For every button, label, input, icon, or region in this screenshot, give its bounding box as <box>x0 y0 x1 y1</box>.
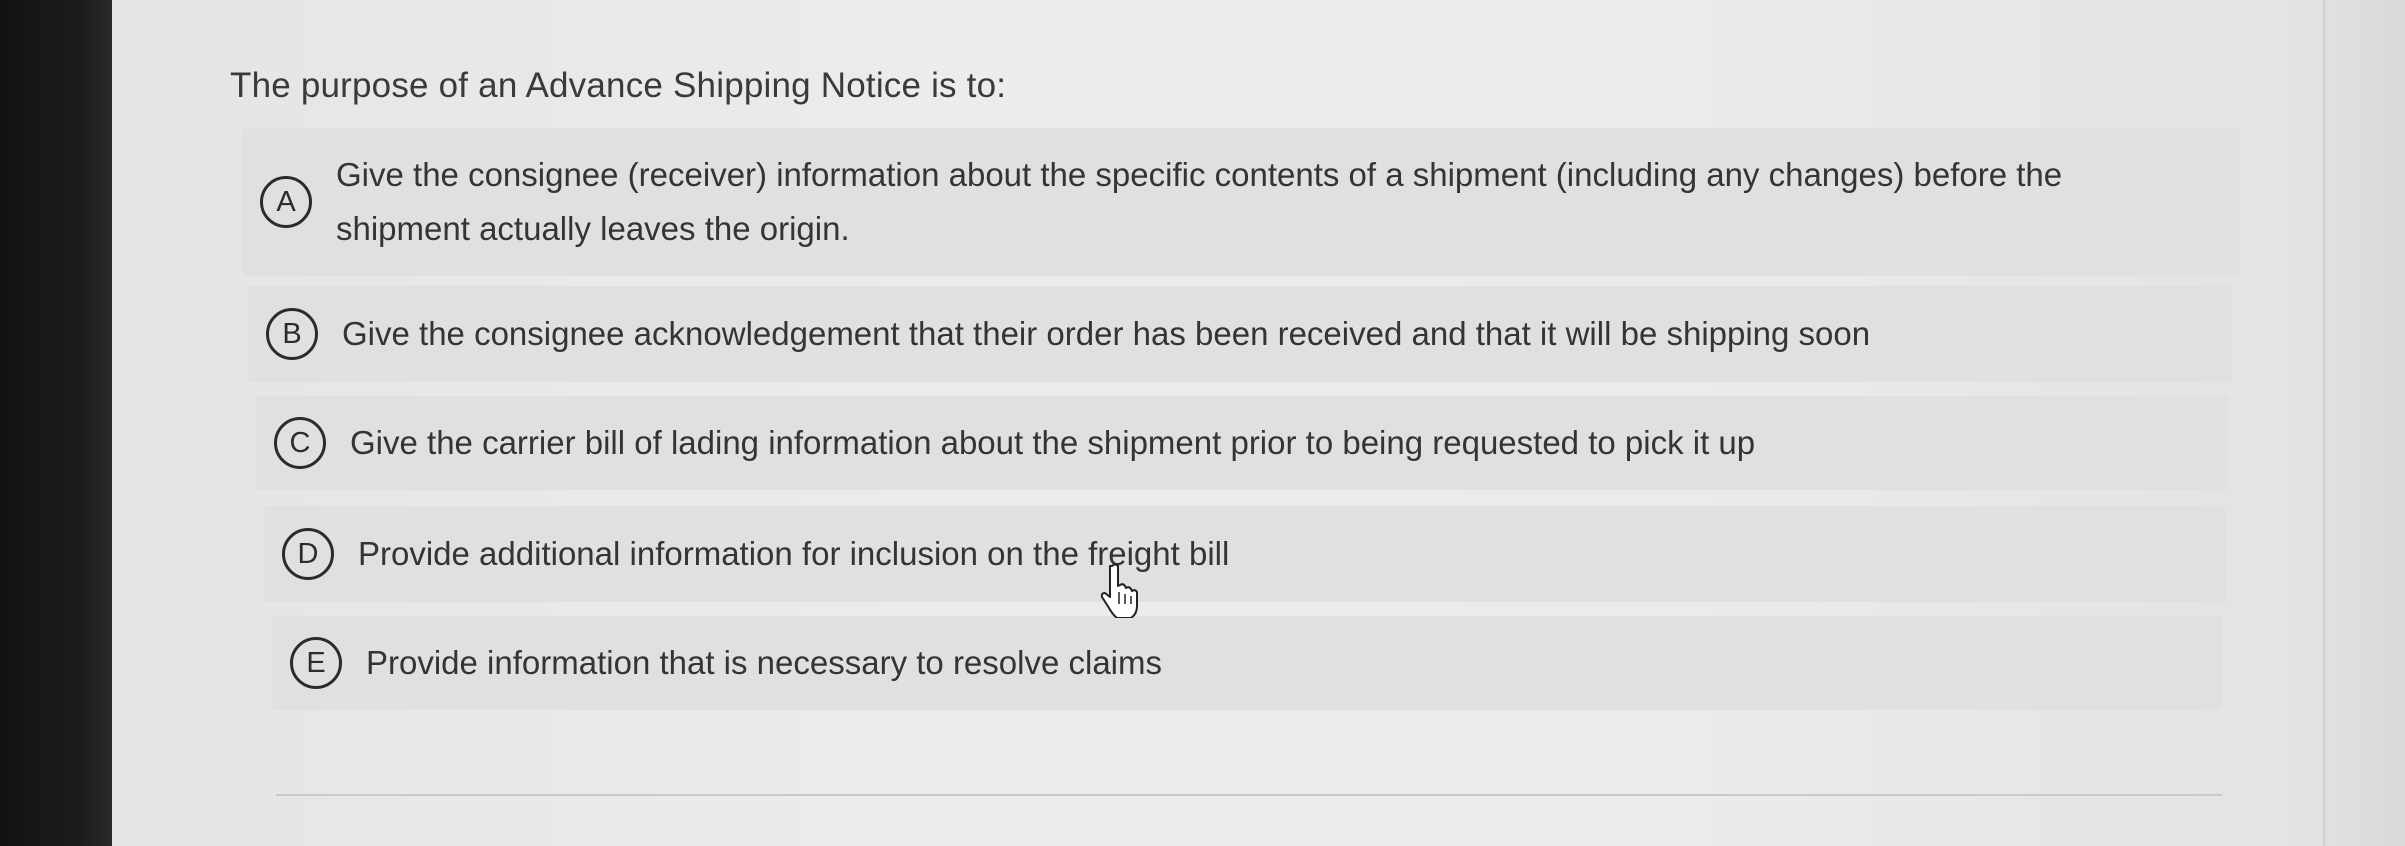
option-a[interactable]: A Give the consignee (receiver) informat… <box>242 128 2240 276</box>
option-e-text: Provide information that is necessary to… <box>366 644 1162 681</box>
option-c-letter: C <box>274 417 326 469</box>
option-c-text: Give the carrier bill of lading informat… <box>350 424 1756 461</box>
hand-pointer-icon <box>1100 563 1138 618</box>
screen: The purpose of an Advance Shipping Notic… <box>0 0 2405 846</box>
option-e[interactable]: E Provide information that is necessary … <box>272 616 2222 710</box>
option-b-text: Give the consignee acknowledgement that … <box>342 315 1871 352</box>
option-b-letter: B <box>266 308 318 360</box>
option-a-letter: A <box>260 176 312 228</box>
option-b[interactable]: B Give the consignee acknowledgement tha… <box>248 286 2232 382</box>
option-d-letter: D <box>282 528 334 580</box>
option-a-text: Give the consignee (receiver) informatio… <box>336 156 2063 247</box>
option-d[interactable]: D Provide additional information for inc… <box>264 506 2226 602</box>
monitor-bezel <box>0 0 112 846</box>
option-e-letter: E <box>290 637 342 689</box>
option-c[interactable]: C Give the carrier bill of lading inform… <box>256 396 2228 490</box>
divider-line <box>276 794 2222 796</box>
scrollbar-gutter <box>2323 0 2405 846</box>
question-text: The purpose of an Advance Shipping Notic… <box>230 66 1007 105</box>
